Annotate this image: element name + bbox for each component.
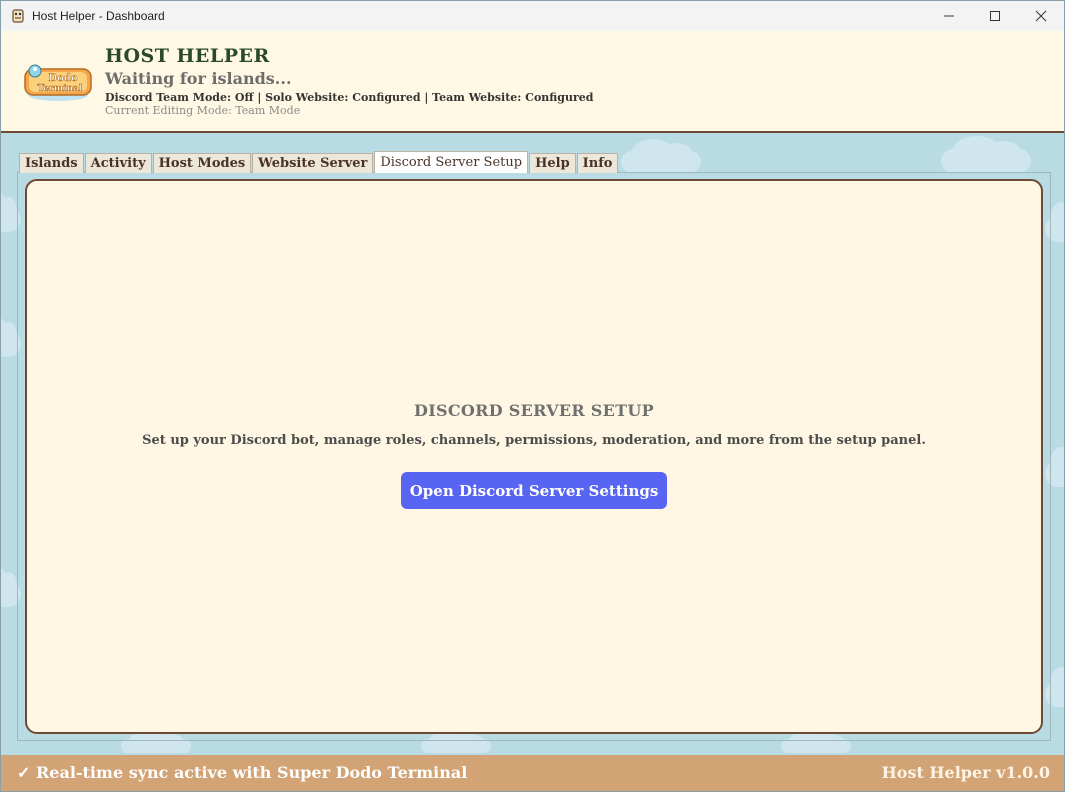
background-cloud (421, 731, 491, 753)
configuration-status: Discord Team Mode: Off | Solo Website: C… (105, 91, 594, 104)
open-discord-settings-button[interactable]: Open Discord Server Settings (401, 472, 667, 509)
background-cloud (781, 731, 851, 753)
maximize-icon (990, 11, 1000, 21)
version-label: Host Helper v1.0.0 (881, 763, 1050, 782)
status-footer: ✓ Real-time sync active with Super Dodo … (1, 755, 1064, 791)
tab-bar: Islands Activity Host Modes Website Serv… (19, 151, 619, 173)
tab-islands[interactable]: Islands (19, 153, 84, 173)
panel-description: Set up your Discord bot, manage roles, c… (142, 433, 926, 448)
app-title: HOST HELPER (105, 45, 270, 67)
svg-text:Terminal: Terminal (38, 84, 83, 94)
window-controls (926, 1, 1064, 31)
background-cloud (121, 731, 191, 753)
app-window: Host Helper - Dashboard Dodo Terminal HO… (0, 0, 1065, 792)
title-bar[interactable]: Host Helper - Dashboard (1, 1, 1064, 31)
window-title: Host Helper - Dashboard (32, 9, 165, 23)
island-status: Waiting for islands... (105, 69, 292, 88)
tab-info[interactable]: Info (576, 153, 619, 173)
minimize-icon (944, 15, 954, 17)
tab-website-server[interactable]: Website Server (252, 153, 374, 173)
maximize-button[interactable] (972, 1, 1018, 31)
background-cloud (621, 138, 701, 173)
minimize-button[interactable] (926, 1, 972, 31)
dodo-terminal-logo: Dodo Terminal (21, 59, 95, 103)
svg-text:Dodo: Dodo (48, 73, 77, 84)
tab-help[interactable]: Help (529, 153, 576, 173)
tab-host-modes[interactable]: Host Modes (152, 153, 252, 173)
tab-discord-server-setup[interactable]: Discord Server Setup (374, 151, 529, 173)
panel-heading: DISCORD SERVER SETUP (414, 401, 654, 420)
discord-setup-panel: DISCORD SERVER SETUP Set up your Discord… (25, 179, 1043, 734)
tab-activity[interactable]: Activity (84, 153, 152, 173)
sync-status: ✓ Real-time sync active with Super Dodo … (17, 763, 468, 782)
background-cloud (941, 135, 1031, 173)
editing-mode-label: Current Editing Mode: Team Mode (105, 104, 301, 117)
app-icon (10, 8, 26, 24)
close-button[interactable] (1018, 1, 1064, 31)
close-icon (1035, 10, 1047, 22)
app-header: Dodo Terminal HOST HELPER Waiting for is… (1, 31, 1064, 133)
